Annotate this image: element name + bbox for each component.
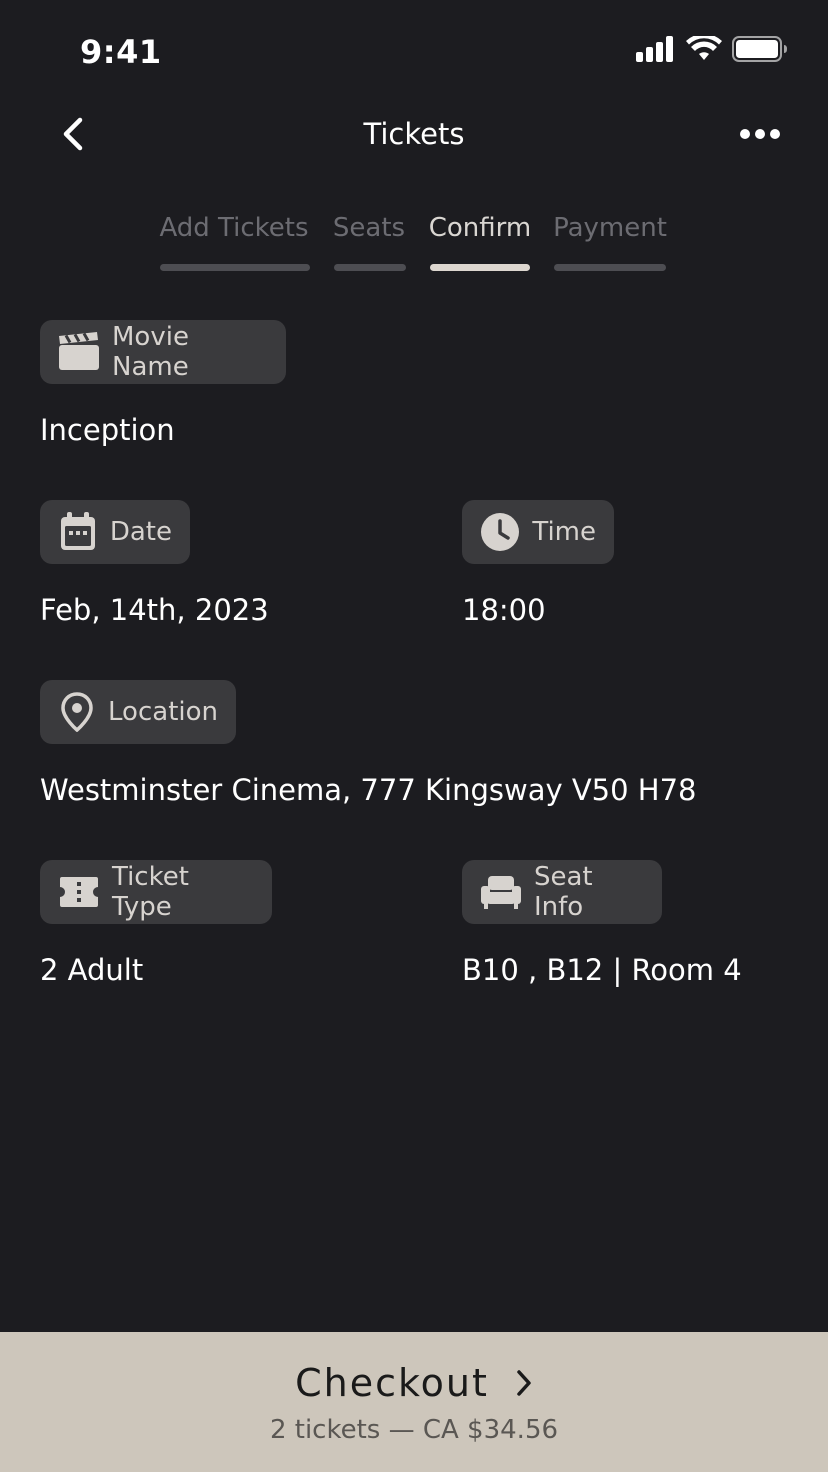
wifi-icon [686, 33, 722, 66]
more-dot [740, 129, 750, 139]
time-label: Time [532, 517, 596, 547]
status-time: 9:41 [80, 33, 162, 71]
checkout-label: Checkout [295, 1361, 489, 1405]
location-label-chip: Location [40, 680, 236, 744]
more-dot [755, 129, 765, 139]
seat-info-value: B10 , B12 | Room 4 [462, 953, 742, 987]
tab-confirm[interactable]: Confirm [428, 208, 532, 248]
date-value: Feb, 14th, 2023 [40, 593, 269, 627]
movie-name-label-chip: Movie Name [40, 320, 286, 384]
seat-info-label: Seat Info [534, 862, 593, 922]
time-value: 18:00 [462, 593, 546, 627]
location-pin-icon [58, 691, 96, 733]
ticket-icon [58, 871, 100, 913]
status-icons [636, 33, 788, 68]
tab-add-tickets[interactable]: Add Tickets [158, 208, 310, 248]
step-indicator-payment [554, 264, 666, 271]
step-indicator-add-tickets [160, 264, 310, 271]
checkout-summary: 2 tickets — CA $34.56 [269, 1415, 559, 1445]
armchair-icon [480, 871, 522, 913]
chevron-right-icon [517, 1370, 531, 1396]
date-label: Date [109, 517, 172, 547]
ticket-type-label-chip: Ticket Type [40, 860, 272, 924]
time-label-chip: Time [462, 500, 614, 564]
location-value: Westminster Cinema, 777 Kingsway V50 H78 [40, 773, 697, 807]
calendar-icon [58, 511, 98, 553]
seat-info-label-chip: Seat Info [462, 860, 662, 924]
movie-name-label: Movie Name [112, 322, 189, 382]
location-label: Location [108, 697, 218, 727]
more-dot [770, 129, 780, 139]
page-title: Tickets [363, 117, 465, 151]
movie-name-value: Inception [40, 413, 175, 447]
date-label-chip: Date [40, 500, 190, 564]
ticket-type-value: 2 Adult [40, 953, 144, 987]
ticket-type-label: Ticket Type [112, 862, 189, 922]
tab-payment[interactable]: Payment [552, 208, 668, 248]
tab-seats[interactable]: Seats [330, 208, 408, 248]
battery-icon [732, 36, 788, 66]
clock-icon [480, 511, 520, 553]
more-button[interactable] [732, 112, 788, 156]
checkout-title[interactable]: Checkout [0, 1358, 828, 1408]
signal-icon [636, 36, 676, 66]
step-indicator-seats [334, 264, 406, 271]
clapperboard-icon [58, 331, 100, 373]
step-indicator-confirm [430, 264, 530, 271]
